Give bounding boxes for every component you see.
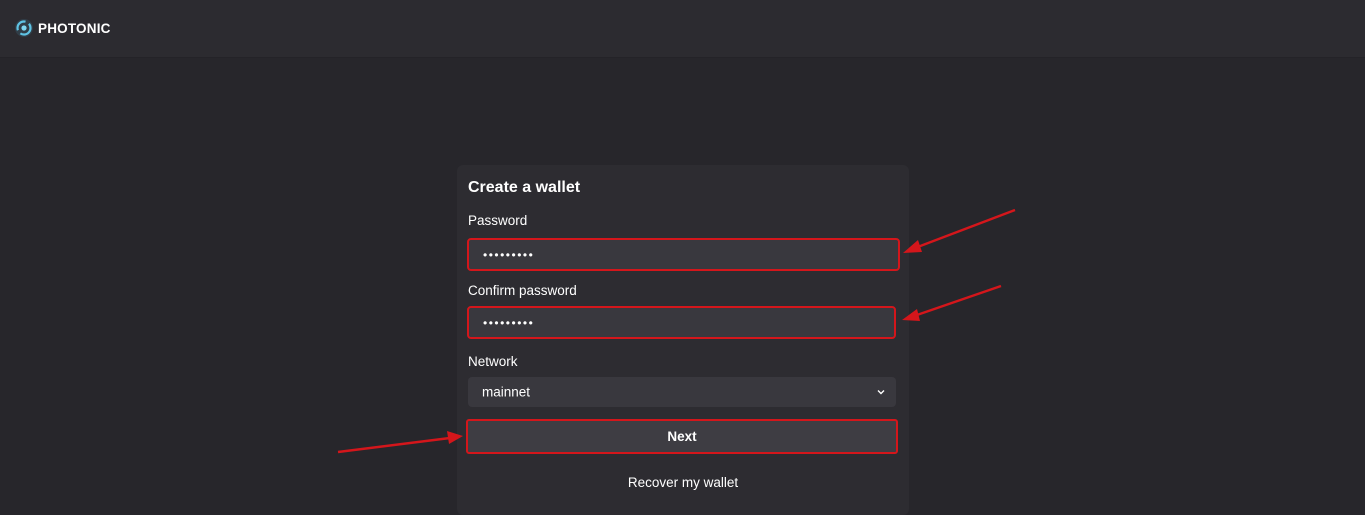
arrow-to-confirm-password [902,284,1002,321]
brand-name: PHOTONIC [38,20,111,36]
network-label: Network [468,354,518,369]
network-select[interactable]: mainnet [468,377,896,407]
brand[interactable]: PHOTONIC [14,17,111,39]
next-button[interactable]: Next [466,419,898,454]
card-title: Create a wallet [468,179,581,196]
password-label: Password [468,213,528,228]
confirm-password-field[interactable]: ••••••••• [467,306,896,339]
recover-wallet-link[interactable]: Recover my wallet [457,475,909,490]
confirm-password-value: ••••••••• [483,315,535,330]
password-value: ••••••••• [483,247,535,262]
photonic-logo-icon [15,19,33,37]
password-field[interactable]: ••••••••• [467,238,900,271]
top-bar: PHOTONIC [0,0,1365,58]
confirm-password-label: Confirm password [468,283,577,298]
create-wallet-card: Create a wallet Password ••••••••• Confi… [457,165,909,515]
chevron-down-icon [877,390,885,395]
arrow-to-next-button [337,431,463,454]
network-selected-value: mainnet [482,384,531,400]
arrow-to-password [903,208,1016,253]
